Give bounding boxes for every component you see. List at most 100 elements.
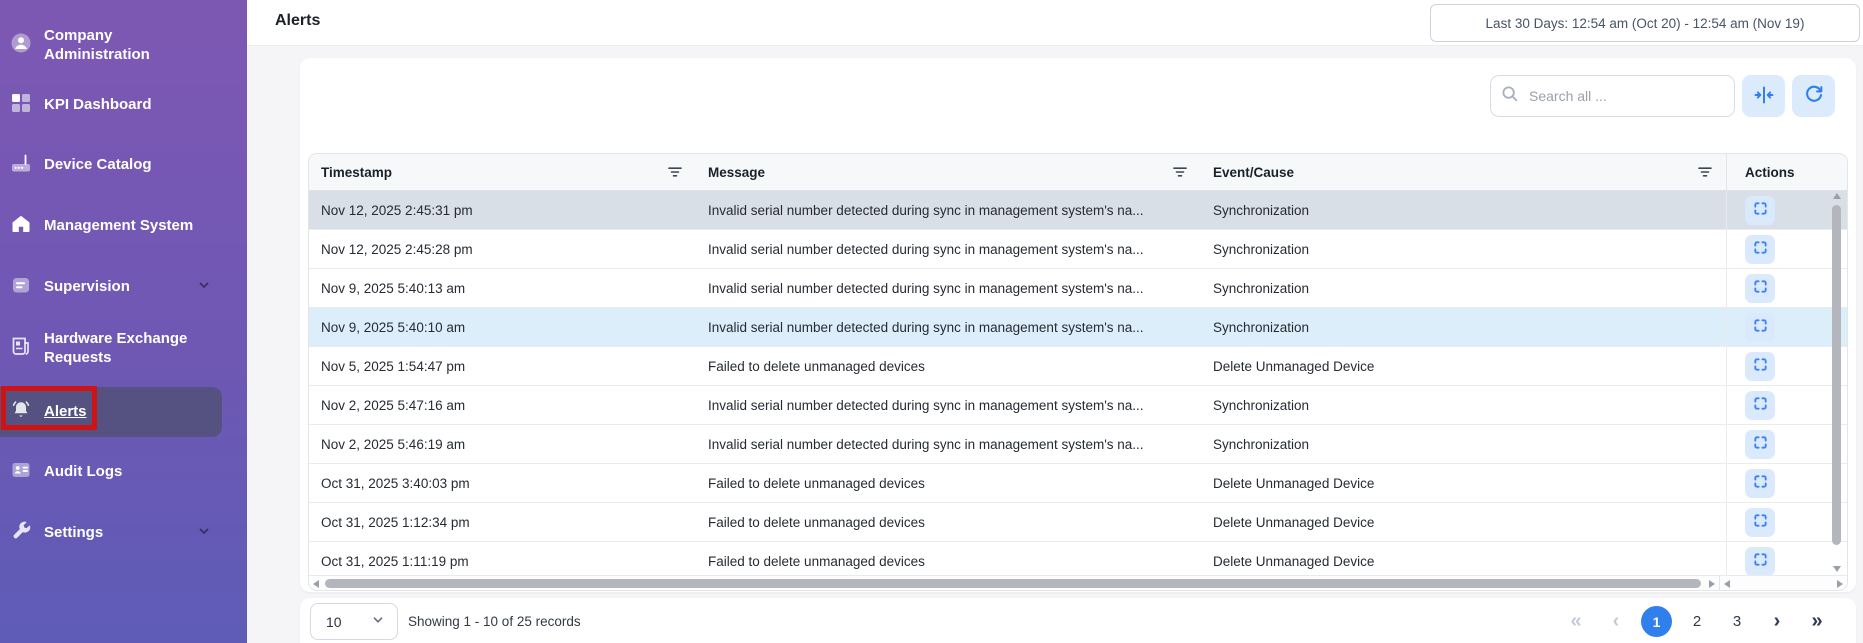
expand-icon [1752,434,1769,454]
column-header-event-cause: Event/Cause [1201,154,1726,190]
message-cell: Invalid serial number detected during sy… [696,308,1201,346]
scroll-right-arrow-icon[interactable] [1837,580,1843,588]
sidebar-item-label: KPI Dashboard [44,95,152,115]
scroll-left-arrow-icon[interactable] [313,580,319,588]
sidebar-item-device-catalog[interactable]: Device Catalog [0,143,247,187]
collapse-columns-button[interactable] [1742,75,1785,117]
table-row[interactable]: Oct 31, 2025 3:40:03 pm Failed to delete… [309,464,1847,503]
expand-icon [1752,200,1769,220]
page-button-3[interactable]: 3 [1722,607,1752,637]
expand-icon [1752,239,1769,259]
page-header: Alerts Last 30 Days: 12:54 am (Oct 20) -… [247,0,1863,46]
expand-row-button[interactable] [1745,196,1775,225]
last-page-button[interactable]: » [1802,607,1832,637]
horizontal-scrollbar-thumb[interactable] [325,579,1701,588]
timestamp-cell: Oct 31, 2025 1:11:19 pm [309,542,696,579]
expand-row-button[interactable] [1745,235,1775,264]
page-size-select[interactable]: 10 [310,603,398,640]
scroll-right-arrow-icon[interactable] [1709,580,1715,588]
sidebar-item-alerts[interactable]: Alerts [0,387,222,437]
horizontal-scrollbar[interactable] [309,575,1847,590]
message-cell: Failed to delete unmanaged devices [696,503,1201,541]
sidebar-item-settings[interactable]: Settings [0,511,247,555]
next-page-button[interactable]: › [1762,607,1792,637]
date-range-button[interactable]: Last 30 Days: 12:54 am (Oct 20) - 12:54 … [1430,4,1860,42]
expand-row-button[interactable] [1745,547,1775,576]
expand-icon [1752,551,1769,571]
expand-icon [1752,356,1769,376]
timestamp-cell: Nov 5, 2025 1:54:47 pm [309,347,696,385]
scroll-up-arrow-icon[interactable] [1833,193,1841,199]
sidebar-item-audit-logs[interactable]: Audit Logs [0,450,247,494]
expand-row-button[interactable] [1745,508,1775,537]
sidebar: Company Administration KPI Dashboard Dev… [0,0,247,643]
sidebar-item-hardware-exchange-requests[interactable]: Hardware Exchange Requests [0,318,247,378]
page-button-2[interactable]: 2 [1682,607,1712,637]
table-row[interactable]: Nov 2, 2025 5:46:19 am Invalid serial nu… [309,425,1847,464]
chevron-down-icon [197,524,211,542]
home-icon [9,212,33,240]
expand-row-button[interactable] [1745,469,1775,498]
sidebar-item-company-administration[interactable]: Company Administration [0,23,247,67]
timestamp-cell: Oct 31, 2025 3:40:03 pm [309,464,696,502]
message-cell: Failed to delete unmanaged devices [696,347,1201,385]
expand-row-button[interactable] [1745,352,1775,381]
scroll-down-arrow-icon[interactable] [1833,566,1841,572]
message-cell: Invalid serial number detected during sy… [696,386,1201,424]
user-icon [9,31,33,59]
table-row[interactable]: Oct 31, 2025 1:12:34 pm Failed to delete… [309,503,1847,542]
timestamp-cell: Nov 9, 2025 5:40:13 am [309,269,696,307]
column-header-timestamp: Timestamp [309,154,696,190]
expand-icon [1752,278,1769,298]
horizontal-scrollbar-frozen[interactable] [1720,576,1847,590]
refresh-icon [1803,84,1825,109]
table-row[interactable]: Oct 31, 2025 1:11:19 pm Failed to delete… [309,542,1847,579]
search-input[interactable] [1527,87,1724,105]
alerts-table: Timestamp Message Event/Cause [308,153,1848,591]
sidebar-item-management-system[interactable]: Management System [0,204,247,248]
table-row[interactable]: Nov 12, 2025 2:45:31 pm Invalid serial n… [309,191,1847,230]
message-cell: Invalid serial number detected during sy… [696,425,1201,463]
expand-row-button[interactable] [1745,430,1775,459]
search-box [1490,75,1735,117]
server-icon [9,273,33,301]
sidebar-item-label: Settings [44,523,103,543]
grid-icon [9,91,33,119]
event-cause-cell: Delete Unmanaged Device [1201,464,1726,502]
first-page-button[interactable]: « [1561,607,1591,637]
expand-icon [1752,395,1769,415]
expand-row-button[interactable] [1745,391,1775,420]
expand-row-button[interactable] [1745,274,1775,303]
previous-page-button[interactable]: ‹ [1601,607,1631,637]
sidebar-item-supervision[interactable]: Supervision [0,265,247,309]
vertical-scrollbar[interactable] [1829,191,1844,574]
column-header-message: Message [696,154,1201,190]
page-title: Alerts [275,12,320,30]
scroll-left-arrow-icon[interactable] [1724,580,1730,588]
filter-icon[interactable] [1169,161,1191,183]
chevron-down-icon [371,613,385,630]
table-row[interactable]: Nov 12, 2025 2:45:28 pm Invalid serial n… [309,230,1847,269]
timestamp-cell: Nov 9, 2025 5:40:10 am [309,308,696,346]
table-row[interactable]: Nov 9, 2025 5:40:10 am Invalid serial nu… [309,308,1847,347]
page-button-1[interactable]: 1 [1641,606,1672,637]
table-row[interactable]: Nov 9, 2025 5:40:13 am Invalid serial nu… [309,269,1847,308]
filter-icon[interactable] [1694,161,1716,183]
table-row[interactable]: Nov 2, 2025 5:47:16 am Invalid serial nu… [309,386,1847,425]
timestamp-cell: Nov 12, 2025 2:45:31 pm [309,191,696,229]
pagination-panel: 10 Showing 1 - 10 of 25 records « ‹ 1 2 … [300,598,1856,643]
idcard-icon [9,458,33,486]
expand-row-button[interactable] [1745,313,1775,342]
page-size-value: 10 [326,614,371,630]
table-body: Nov 12, 2025 2:45:31 pm Invalid serial n… [309,191,1847,579]
event-cause-cell: Delete Unmanaged Device [1201,503,1726,541]
sidebar-item-kpi-dashboard[interactable]: KPI Dashboard [0,83,247,127]
event-cause-cell: Synchronization [1201,191,1726,229]
filter-icon[interactable] [664,161,686,183]
vertical-scrollbar-thumb[interactable] [1832,205,1841,545]
refresh-button[interactable] [1792,75,1835,117]
horizontal-scrollbar-main[interactable] [309,576,1720,590]
event-cause-cell: Synchronization [1201,230,1726,268]
table-row[interactable]: Nov 5, 2025 1:54:47 pm Failed to delete … [309,347,1847,386]
expand-icon [1752,317,1769,337]
